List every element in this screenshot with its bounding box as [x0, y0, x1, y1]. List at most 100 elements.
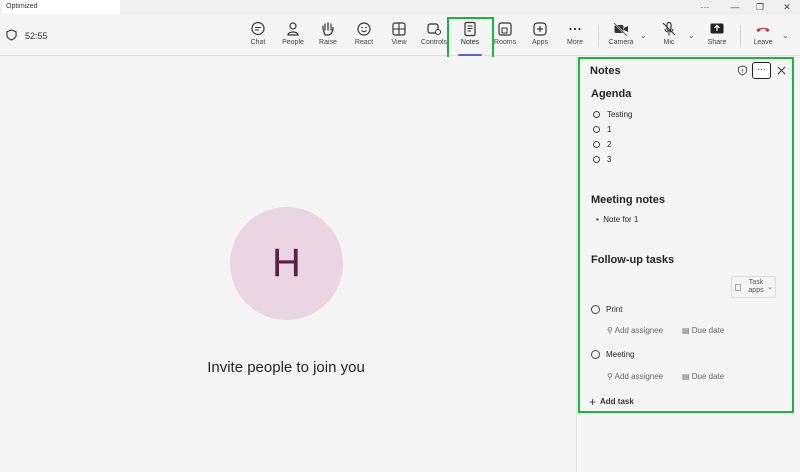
camera-off-icon	[613, 22, 628, 37]
task-apps-icon	[735, 284, 741, 291]
followup-heading: Follow-up tasks	[591, 254, 675, 266]
note-item-label: Note for 1	[603, 215, 639, 224]
apps-label: Apps	[532, 39, 548, 46]
view-label: View	[391, 39, 407, 46]
smile-icon	[357, 22, 371, 36]
raise-label: Raise	[319, 39, 337, 46]
shield-info-icon[interactable]	[737, 65, 748, 76]
due-date-button[interactable]: ▤ Due date	[682, 326, 724, 335]
mic-off-icon	[662, 21, 676, 36]
grid-icon	[392, 22, 406, 36]
meeting-timer: 52:55	[25, 31, 48, 41]
radio-circle-icon[interactable]	[593, 156, 600, 164]
minimize-button[interactable]: —	[727, 1, 743, 13]
view-button[interactable]: View	[383, 21, 415, 53]
raise-button[interactable]: Raise	[312, 21, 344, 53]
plus-icon: +	[589, 395, 597, 409]
task-apps-label: Task apps	[748, 279, 764, 294]
mic-label: Mic	[663, 39, 675, 46]
due-date-label: Due date	[691, 326, 725, 335]
task-checkbox-icon[interactable]	[591, 350, 600, 360]
person-add-icon: ⚲	[607, 326, 615, 335]
chat-button[interactable]: Chat	[242, 21, 274, 53]
chat-label: Chat	[250, 39, 266, 46]
close-window-button[interactable]: ✕	[779, 1, 795, 13]
plus-icon	[533, 22, 547, 36]
agenda-item[interactable]: Testing	[593, 110, 632, 119]
people-label: People	[282, 39, 304, 46]
task-apps-button[interactable]: Task apps ⌄	[731, 276, 776, 298]
agenda-item-label: 3	[607, 155, 612, 164]
window-title: Optimized	[2, 0, 120, 14]
meeting-toolbar: 52:55 Chat People Raise React View Contr…	[0, 15, 800, 56]
ellipsis-icon	[569, 27, 581, 31]
invite-message: Invite people to join you	[207, 359, 365, 376]
note-item[interactable]: • Note for 1	[596, 215, 638, 224]
task-item[interactable]: Print	[591, 305, 623, 315]
apps-button[interactable]: Apps	[524, 21, 556, 53]
add-assignee-button[interactable]: ⚲ Add assignee	[607, 372, 663, 381]
controls-button[interactable]: Controls	[418, 21, 450, 53]
maximize-button[interactable]: ❐	[752, 1, 768, 13]
people-icon	[287, 22, 299, 36]
notes-button-highlight	[447, 17, 494, 60]
due-date-button[interactable]: ▤ Due date	[682, 372, 724, 381]
toolbar-divider-2	[740, 25, 741, 47]
add-task-button[interactable]: + Add task	[589, 395, 634, 409]
radio-circle-icon[interactable]	[593, 111, 600, 119]
radio-circle-icon[interactable]	[593, 126, 600, 134]
camera-label: Camera	[608, 39, 634, 46]
meeting-stage: H Invite people to join you	[0, 57, 576, 472]
agenda-item[interactable]: 3	[593, 155, 611, 164]
window-more-button[interactable]: ···	[697, 1, 713, 13]
share-button[interactable]: Share	[701, 21, 733, 53]
task-item[interactable]: Meeting	[591, 350, 635, 360]
agenda-heading: Agenda	[591, 88, 632, 100]
rooms-icon	[498, 22, 512, 36]
agenda-item-label: Testing	[607, 110, 633, 119]
avatar: H	[230, 207, 343, 320]
camera-options-chevron-icon[interactable]: ⌄	[640, 31, 647, 40]
calendar-icon: ▤	[682, 372, 692, 381]
mic-button[interactable]: Mic	[653, 21, 685, 53]
react-label: React	[354, 39, 374, 46]
share-label: Share	[707, 39, 727, 46]
controls-icon	[427, 23, 441, 35]
people-button[interactable]: People	[277, 21, 309, 53]
meeting-notes-heading: Meeting notes	[591, 194, 665, 206]
more-label: More	[567, 39, 583, 46]
close-icon[interactable]	[777, 66, 786, 75]
task-label: Meeting	[606, 350, 635, 359]
phone-icon	[756, 27, 770, 32]
mic-options-chevron-icon[interactable]: ⌄	[688, 31, 695, 40]
leave-options-chevron-icon[interactable]: ⌄	[782, 31, 789, 40]
hand-icon	[322, 22, 334, 36]
leave-button[interactable]: Leave	[747, 21, 779, 53]
agenda-item[interactable]: 2	[593, 140, 611, 149]
title-bar: Optimized ··· — ❐ ✕	[0, 0, 800, 15]
agenda-item[interactable]: 1	[593, 125, 611, 134]
agenda-item-label: 1	[607, 125, 612, 134]
shield-icon	[6, 29, 17, 41]
add-assignee-label: Add assignee	[614, 372, 664, 381]
more-button[interactable]: More	[559, 21, 591, 53]
share-icon	[710, 23, 724, 34]
add-assignee-button[interactable]: ⚲ Add assignee	[607, 326, 663, 335]
add-assignee-label: Add assignee	[614, 326, 664, 335]
calendar-icon: ▤	[682, 326, 692, 335]
notes-panel-title: Notes	[590, 65, 621, 77]
radio-circle-icon[interactable]	[593, 141, 600, 149]
react-button[interactable]: React	[348, 21, 380, 53]
task-checkbox-icon[interactable]	[591, 305, 600, 315]
person-add-icon: ⚲	[607, 372, 615, 381]
agenda-item-label: 2	[607, 140, 612, 149]
toolbar-divider	[598, 25, 599, 47]
chevron-down-icon: ⌄	[767, 284, 773, 291]
controls-label: Controls	[420, 39, 448, 46]
notes-more-options-button[interactable]: ···	[752, 62, 771, 79]
add-task-label: Add task	[600, 397, 634, 407]
task-label: Print	[606, 305, 623, 314]
due-date-label: Due date	[691, 372, 725, 381]
chat-icon	[251, 21, 265, 36]
camera-button[interactable]: Camera	[605, 21, 637, 53]
